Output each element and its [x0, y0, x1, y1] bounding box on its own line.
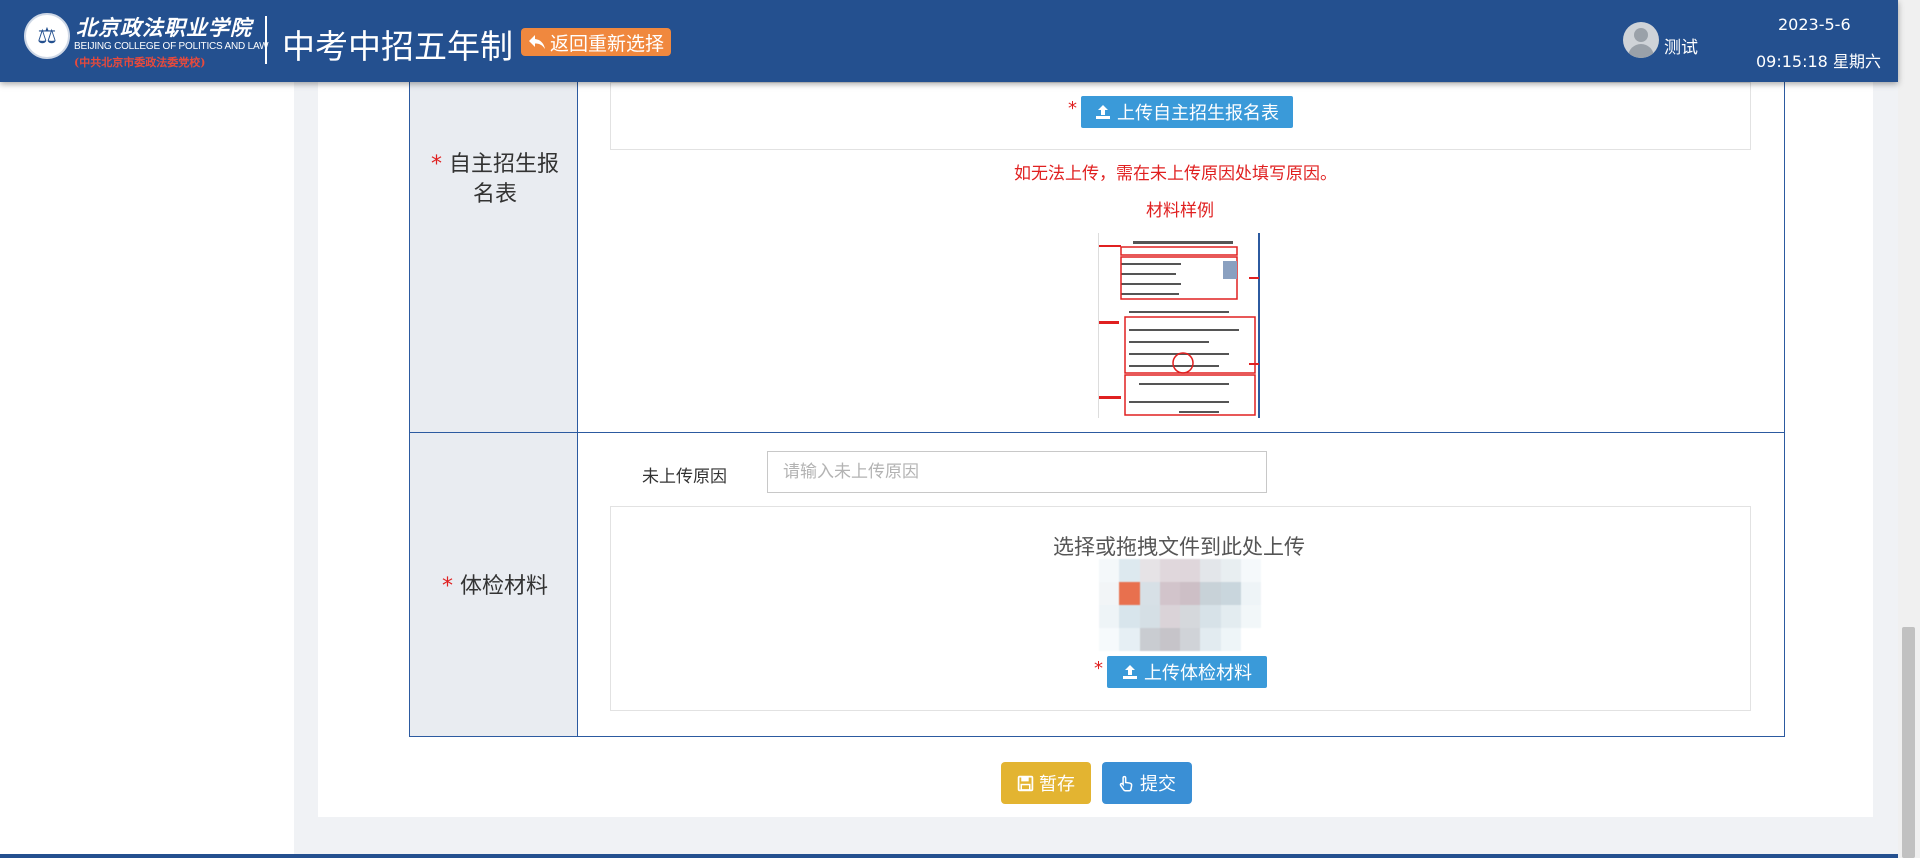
upload-medical-materials-label: 上传体检材料 [1144, 663, 1252, 684]
top-header: ⚖ 北京政法职业学院 BEIJING COLLEGE OF POLITICS A… [0, 0, 1898, 82]
left-sidebar-pane [0, 82, 294, 858]
medical-materials-label: 体检材料 [459, 574, 548, 599]
reply-arrow-icon [529, 35, 545, 49]
back-reselect-button[interactable]: 返回重新选择 [521, 28, 672, 56]
scrollbar-thumb[interactable] [1902, 627, 1915, 858]
sample-form-image [1098, 233, 1262, 418]
row-label-registration-form: * 自主招生报 名表 [420, 150, 570, 210]
submit-button[interactable]: 提交 [1102, 762, 1192, 804]
upload-required-star: * [1094, 658, 1103, 679]
college-subtitle: (中共北京市委政法委党校) [74, 56, 206, 69]
required-marker: * [441, 574, 453, 599]
row-divider [409, 432, 1785, 433]
upload-icon [1096, 105, 1110, 119]
required-marker: * [430, 152, 442, 177]
current-date: 2023-5-6 [1778, 15, 1851, 34]
save-draft-label: 暂存 [1039, 774, 1075, 795]
reason-input[interactable] [767, 451, 1267, 493]
reason-field-label: 未上传原因 [642, 467, 727, 487]
registration-form-label-line2: 名表 [472, 182, 517, 207]
upload-warning-text: 如无法上传，需在未上传原因处填写原因。 [1014, 164, 1337, 184]
upload-registration-form-label: 上传自主招生报名表 [1117, 103, 1279, 124]
sample-document-illustration [1099, 233, 1262, 418]
sample-title: 材料样例 [1146, 201, 1214, 221]
registration-form-label-line1: 自主招生报 [448, 152, 559, 177]
upload-medical-materials-button[interactable]: 上传体检材料 [1107, 656, 1267, 688]
header-divider [265, 16, 267, 64]
user-avatar[interactable] [1623, 22, 1659, 58]
page-title: 中考中招五年制 [282, 27, 513, 66]
college-name-cn: 北京政法职业学院 [76, 15, 252, 40]
user-name[interactable]: 测试 [1664, 33, 1698, 58]
upload-icon [1123, 665, 1137, 679]
bottom-footer-bar [0, 854, 1898, 858]
current-time: 09:15:18 星期六 [1756, 52, 1881, 71]
back-reselect-label: 返回重新选择 [550, 32, 665, 55]
row-label-medical-materials: * 体检材料 [420, 572, 570, 602]
drop-hint-text: 选择或拖拽文件到此处上传 [1053, 535, 1305, 559]
submit-label: 提交 [1140, 774, 1176, 795]
uploaded-file-thumbnail [1099, 559, 1261, 651]
upload-required-star: * [1068, 98, 1077, 119]
save-draft-button[interactable]: 暂存 [1001, 762, 1091, 804]
pointing-hand-icon [1119, 775, 1133, 791]
floppy-disk-icon [1017, 775, 1034, 791]
college-name-en: BEIJING COLLEGE OF POLITICS AND LAW [74, 41, 269, 52]
upload-registration-form-button[interactable]: 上传自主招生报名表 [1081, 96, 1293, 128]
college-seal-icon: ⚖ [24, 13, 70, 59]
